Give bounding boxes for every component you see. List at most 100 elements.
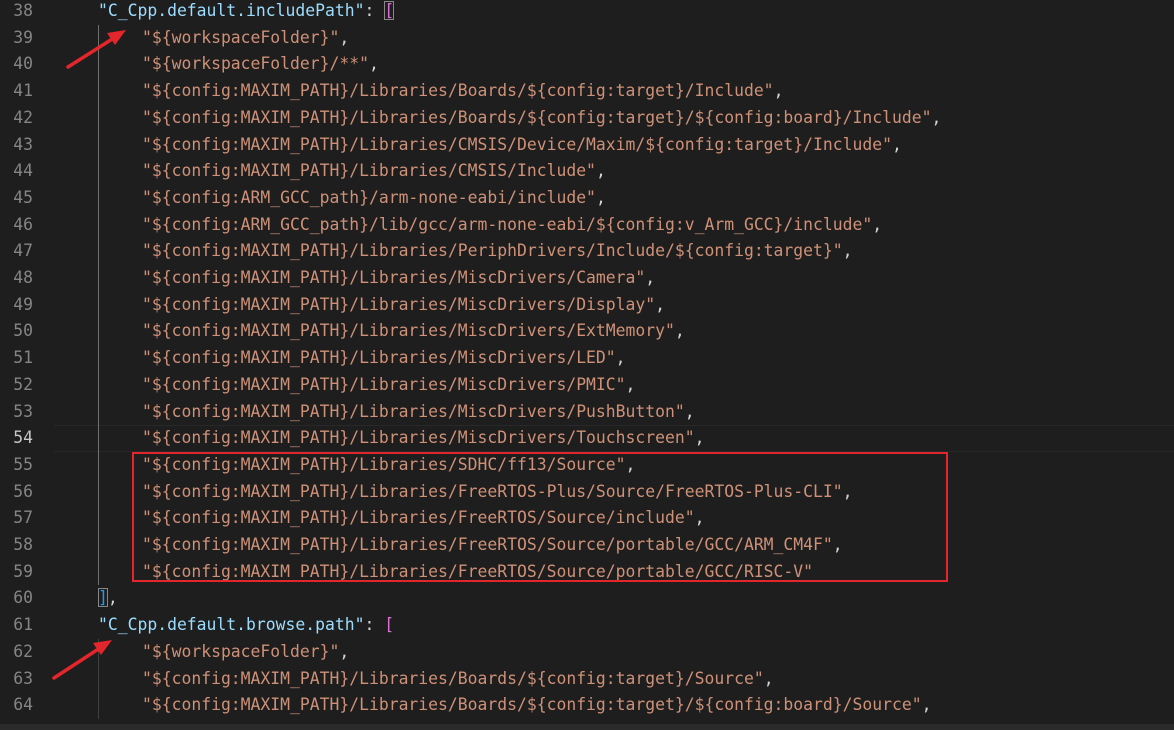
comma: , bbox=[763, 668, 774, 688]
code-line[interactable]: 50 "${config:MAXIM_PATH}/Libraries/MiscDr… bbox=[0, 318, 1174, 345]
code-text: "${config:MAXIM_PATH}/Libraries/MiscDriv… bbox=[142, 265, 655, 292]
code-line[interactable]: 40 "${workspaceFolder}/**", bbox=[0, 51, 1174, 78]
code-text: "C_Cpp.default.browse.path": [ bbox=[98, 612, 394, 639]
code-line[interactable]: 42 "${config:MAXIM_PATH}/Libraries/Boards… bbox=[0, 105, 1174, 132]
line-number: 43 bbox=[13, 134, 33, 154]
code-line[interactable]: 48 "${config:MAXIM_PATH}/Libraries/MiscDr… bbox=[0, 265, 1174, 292]
code-text: "${config:MAXIM_PATH}/Libraries/CMSIS/In… bbox=[142, 158, 606, 185]
code-text: "${config:MAXIM_PATH}/Libraries/PeriphDr… bbox=[142, 238, 853, 265]
line-number: 55 bbox=[13, 454, 33, 474]
line-number: 63 bbox=[13, 668, 33, 688]
close-bracket: ] bbox=[98, 588, 108, 608]
code-line[interactable]: 45 "${config:ARM_GCC_path}/arm-none-eabi/… bbox=[0, 185, 1174, 212]
code-text: "${config:MAXIM_PATH}/Libraries/MiscDriv… bbox=[142, 292, 665, 319]
line-number: 49 bbox=[13, 294, 33, 314]
string-literal: "${config:ARM_GCC_path}/arm-none-eabi/in… bbox=[142, 187, 596, 207]
comma: , bbox=[684, 401, 695, 421]
code-line[interactable]: 51 "${config:MAXIM_PATH}/Libraries/MiscDr… bbox=[0, 345, 1174, 372]
code-line[interactable]: 44 "${config:MAXIM_PATH}/Libraries/CMSIS/… bbox=[0, 158, 1174, 185]
code-line[interactable]: 60], bbox=[0, 585, 1174, 612]
line-number: 48 bbox=[13, 268, 33, 287]
line-number: 38 bbox=[13, 1, 33, 20]
horizontal-scrollbar[interactable] bbox=[0, 724, 1174, 730]
code-text: "${config:MAXIM_PATH}/Libraries/Boards/$… bbox=[142, 105, 941, 132]
line-number: 53 bbox=[13, 401, 33, 421]
property-key: "C_Cpp.default.includePath" bbox=[98, 1, 365, 20]
string-literal: "${config:MAXIM_PATH}/Libraries/MiscDriv… bbox=[142, 321, 675, 341]
comma: , bbox=[615, 348, 626, 368]
line-number: 61 bbox=[13, 615, 33, 635]
comma: , bbox=[694, 428, 705, 448]
annotation-highlight-box bbox=[132, 452, 948, 582]
line-number: 58 bbox=[13, 535, 33, 554]
comma: , bbox=[773, 81, 784, 101]
string-literal: "${config:MAXIM_PATH}/Libraries/MiscDriv… bbox=[142, 428, 695, 448]
string-literal: "${config:MAXIM_PATH}/Libraries/CMSIS/De… bbox=[142, 134, 892, 154]
code-line[interactable]: 41 "${config:MAXIM_PATH}/Libraries/Boards… bbox=[0, 78, 1174, 105]
string-literal: "${config:MAXIM_PATH}/Libraries/Boards/$… bbox=[142, 81, 774, 101]
line-number: 47 bbox=[13, 241, 33, 261]
code-line[interactable]: 54 "${config:MAXIM_PATH}/Libraries/MiscDr… bbox=[0, 425, 1174, 452]
string-literal: "${workspaceFolder}" bbox=[142, 27, 340, 47]
line-number: 59 bbox=[13, 561, 33, 581]
string-literal: "${config:MAXIM_PATH}/Libraries/Boards/$… bbox=[142, 668, 764, 688]
code-line[interactable]: 43 "${config:MAXIM_PATH}/Libraries/CMSIS/… bbox=[0, 132, 1174, 159]
comma: , bbox=[872, 214, 883, 234]
string-literal: "${config:MAXIM_PATH}/Libraries/Boards/$… bbox=[142, 107, 932, 127]
code-line[interactable]: 39 "${workspaceFolder}", bbox=[0, 25, 1174, 52]
code-text: "${config:MAXIM_PATH}/Libraries/MiscDriv… bbox=[142, 318, 685, 345]
code-text: "${config:ARM_GCC_path}/arm-none-eabi/in… bbox=[142, 185, 606, 212]
red-arrow-icon bbox=[52, 640, 112, 680]
code-text: "${config:MAXIM_PATH}/Libraries/CMSIS/De… bbox=[142, 132, 902, 159]
open-bracket: [ bbox=[384, 1, 395, 20]
line-number: 56 bbox=[13, 481, 33, 501]
code-line[interactable]: 63 "${config:MAXIM_PATH}/Libraries/Boards… bbox=[0, 666, 1174, 693]
comma: , bbox=[368, 54, 379, 74]
code-line[interactable]: 62 "${workspaceFolder}", bbox=[0, 639, 1174, 666]
line-number: 64 bbox=[13, 695, 33, 715]
comma: , bbox=[921, 695, 932, 715]
line-number: 50 bbox=[13, 321, 33, 341]
code-line[interactable]: 46 "${config:ARM_GCC_path}/lib/gcc/arm-no… bbox=[0, 212, 1174, 239]
code-line[interactable]: 47 "${config:MAXIM_PATH}/Libraries/Periph… bbox=[0, 238, 1174, 265]
line-number: 52 bbox=[13, 374, 33, 394]
code-text: "${config:MAXIM_PATH}/Libraries/Boards/$… bbox=[142, 78, 783, 105]
code-text: "${config:MAXIM_PATH}/Libraries/Boards/$… bbox=[142, 666, 774, 693]
code-line[interactable]: 38 "C_Cpp.default.includePath": [ bbox=[0, 0, 1174, 25]
line-number: 51 bbox=[13, 348, 33, 368]
open-bracket: [ bbox=[384, 615, 395, 635]
line-number: 57 bbox=[13, 508, 33, 528]
string-literal: "${config:MAXIM_PATH}/Libraries/CMSIS/In… bbox=[142, 161, 596, 181]
code-line[interactable]: 61 "C_Cpp.default.browse.path": [ bbox=[0, 612, 1174, 639]
comma: , bbox=[931, 107, 942, 127]
line-number: 60 bbox=[13, 588, 33, 608]
code-text: "${config:MAXIM_PATH}/Libraries/MiscDriv… bbox=[142, 399, 695, 426]
colon: : bbox=[364, 615, 385, 635]
line-number: 39 bbox=[13, 27, 33, 47]
code-line[interactable]: 53 "${config:MAXIM_PATH}/Libraries/MiscDr… bbox=[0, 399, 1174, 426]
comma: , bbox=[842, 241, 853, 261]
code-text: "${config:MAXIM_PATH}/Libraries/MiscDriv… bbox=[142, 425, 704, 452]
string-literal: "${config:MAXIM_PATH}/Libraries/Boards/$… bbox=[142, 695, 922, 715]
comma: , bbox=[595, 187, 606, 207]
code-text: "${workspaceFolder}", bbox=[142, 25, 349, 52]
comma: , bbox=[655, 294, 666, 314]
comma: , bbox=[339, 27, 350, 47]
code-line[interactable]: 52 "${config:MAXIM_PATH}/Libraries/MiscDr… bbox=[0, 372, 1174, 399]
line-number: 41 bbox=[13, 81, 33, 101]
string-literal: "${config:MAXIM_PATH}/Libraries/MiscDriv… bbox=[142, 268, 646, 287]
string-literal: "${config:MAXIM_PATH}/Libraries/MiscDriv… bbox=[142, 374, 626, 394]
string-literal: "${config:MAXIM_PATH}/Libraries/MiscDriv… bbox=[142, 348, 616, 368]
line-number: 45 bbox=[13, 187, 33, 207]
code-line[interactable]: 64 "${config:MAXIM_PATH}/Libraries/Boards… bbox=[0, 692, 1174, 719]
line-number: 62 bbox=[13, 641, 33, 661]
code-text: "${workspaceFolder}", bbox=[142, 639, 349, 666]
comma: , bbox=[625, 374, 636, 394]
code-editor[interactable]: 38 "C_Cpp.default.includePath": [39 "${wor… bbox=[0, 0, 1174, 730]
colon: : bbox=[364, 1, 385, 20]
code-text: "${config:MAXIM_PATH}/Libraries/MiscDriv… bbox=[142, 345, 626, 372]
code-text: "C_Cpp.default.includePath": [ bbox=[98, 0, 395, 25]
code-line[interactable]: 49 "${config:MAXIM_PATH}/Libraries/MiscDr… bbox=[0, 292, 1174, 319]
comma: , bbox=[674, 321, 685, 341]
string-literal: "${config:MAXIM_PATH}/Libraries/MiscDriv… bbox=[142, 401, 685, 421]
